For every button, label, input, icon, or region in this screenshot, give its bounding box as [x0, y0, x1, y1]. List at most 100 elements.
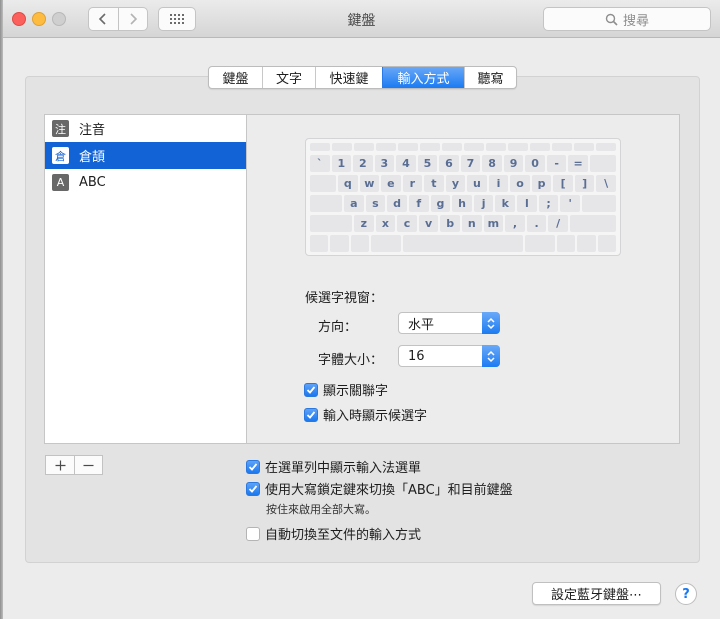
blank-key — [574, 143, 594, 151]
tab-keyboard[interactable]: 鍵盤 — [209, 67, 262, 88]
blank-key — [332, 143, 352, 151]
blank-key — [354, 143, 374, 151]
updown-arrows-icon — [482, 345, 500, 367]
blank-key — [310, 235, 329, 252]
keyboard-row-space — [310, 235, 616, 252]
checkbox-label: 輸入時顯示候選字 — [323, 409, 428, 424]
checkmark-icon — [304, 382, 318, 397]
keyboard-key: ` — [310, 155, 330, 172]
zhuyin-icon: 注 — [52, 120, 69, 137]
tab-dictation[interactable]: 聽寫 — [464, 67, 516, 88]
abc-icon: A — [52, 174, 69, 191]
checkmark-icon — [304, 407, 318, 422]
tab-input-sources[interactable]: 輸入方式 — [382, 67, 464, 88]
blank-key — [442, 143, 462, 151]
keyboard-key: b — [440, 215, 460, 232]
blank-key — [524, 235, 555, 252]
keyboard-key: 9 — [503, 155, 524, 172]
keyboard-key: 0 — [525, 155, 545, 172]
keyboard-row-top: q w e r t y u i o p[] \ — [310, 175, 616, 192]
keyboard-key: c — [397, 215, 417, 232]
updown-arrows-icon — [482, 312, 500, 334]
keyboard-key: 3 — [374, 155, 395, 172]
blank-key — [464, 143, 484, 151]
keyboard-key: - — [546, 155, 567, 172]
keyboard-key: . — [526, 215, 547, 232]
keyboard-key: k — [495, 195, 516, 212]
blank-key — [370, 235, 401, 252]
keyboard-key: 8 — [482, 155, 502, 172]
blank-key — [350, 235, 369, 252]
search-icon — [605, 13, 618, 26]
input-source-list: 注 注音 倉 倉頡 A ABC — [44, 114, 247, 444]
keyboard-key: d — [387, 195, 407, 212]
keyboard-row-bottom: z x c v b n m,. / — [310, 215, 616, 232]
blank-key — [330, 235, 349, 252]
show-in-menu-bar-checkbox[interactable]: 在選單列中顯示輸入法選單 — [246, 457, 421, 476]
list-item-label: 注音 — [79, 123, 106, 138]
keyboard-key: p — [531, 175, 552, 192]
keyboard-key: z — [354, 215, 374, 232]
keyboard-key: [ — [553, 175, 573, 192]
font-size-label: 字體大小： — [318, 353, 384, 368]
list-item-abc[interactable]: A ABC — [45, 169, 246, 196]
caps-lock-switch-checkbox[interactable]: 使用大寫鎖定鍵來切換「ABC」和目前鍵盤 — [246, 479, 513, 498]
blank-key — [486, 143, 506, 151]
keyboard-key: ; — [538, 195, 559, 212]
list-item-zhuyin[interactable]: 注 注音 — [45, 115, 246, 142]
help-button[interactable]: ? — [675, 583, 697, 605]
tab-text[interactable]: 文字 — [262, 67, 315, 88]
font-size-value: 16 — [408, 348, 425, 364]
blank-key — [310, 215, 352, 232]
remove-input-source-button[interactable] — [74, 456, 102, 474]
keyboard-key: 5 — [417, 155, 438, 172]
search-placeholder: 搜尋 — [622, 13, 649, 29]
keyboard-key: 7 — [460, 155, 481, 172]
list-item-cangjie[interactable]: 倉 倉頡 — [45, 142, 246, 169]
checkbox-label: 使用大寫鎖定鍵來切換「ABC」和目前鍵盤 — [265, 483, 513, 498]
candidate-window-label: 候選字視窗： — [305, 291, 384, 306]
keyboard-key: = — [568, 155, 588, 172]
keyboard-key: y — [445, 175, 466, 192]
checkbox-empty — [246, 526, 260, 541]
keyboard-key: ] — [574, 175, 595, 192]
keyboard-key: u — [467, 175, 487, 192]
keyboard-key: j — [473, 195, 494, 212]
keyboard-key: g — [430, 195, 451, 212]
font-size-popup[interactable]: 16 — [398, 345, 500, 367]
auto-switch-checkbox[interactable]: 自動切換至文件的輸入方式 — [246, 524, 421, 543]
checkbox-label: 顯示關聯字 — [323, 384, 389, 399]
setup-bluetooth-keyboard-button[interactable]: 設定藍牙鍵盤⋯ — [532, 582, 661, 605]
blank-key — [376, 143, 396, 151]
show-associated-checkbox[interactable]: 顯示關聯字 — [304, 380, 388, 399]
add-input-source-button[interactable] — [46, 456, 74, 474]
keyboard-key: \ — [596, 175, 616, 192]
title-bar: 鍵盤 搜尋 — [3, 0, 720, 38]
orientation-popup[interactable]: 水平 — [398, 312, 500, 334]
list-item-label: 倉頡 — [79, 150, 106, 165]
tab-shortcuts[interactable]: 快速鍵 — [315, 67, 382, 88]
keyboard-row-numbers: ` 1 2 3 4 5 6 7 8 9 0- = — [310, 155, 616, 172]
blank-key — [556, 235, 576, 252]
keyboard-key: m — [483, 215, 504, 232]
blank-key — [310, 195, 342, 212]
show-candidates-checkbox[interactable]: 輸入時顯示候選字 — [304, 405, 427, 424]
blank-key — [577, 235, 596, 252]
keyboard-key: 2 — [353, 155, 373, 172]
keyboard-key: f — [408, 195, 429, 212]
keyboard-key: s — [365, 195, 386, 212]
keyboard-key: q — [338, 175, 358, 192]
keyboard-key: t — [424, 175, 444, 192]
blank-key — [508, 143, 528, 151]
blank-key — [310, 175, 336, 192]
blank-key — [402, 235, 523, 252]
search-field[interactable]: 搜尋 — [543, 7, 711, 31]
keyboard-key: o — [510, 175, 530, 192]
blank-key — [552, 143, 572, 151]
keyboard-key: a — [344, 195, 364, 212]
keyboard-key: 4 — [396, 155, 416, 172]
keyboard-key: n — [461, 215, 482, 232]
blank-key — [596, 143, 616, 151]
keyboard-key: 1 — [331, 155, 352, 172]
blank-key — [530, 143, 550, 151]
